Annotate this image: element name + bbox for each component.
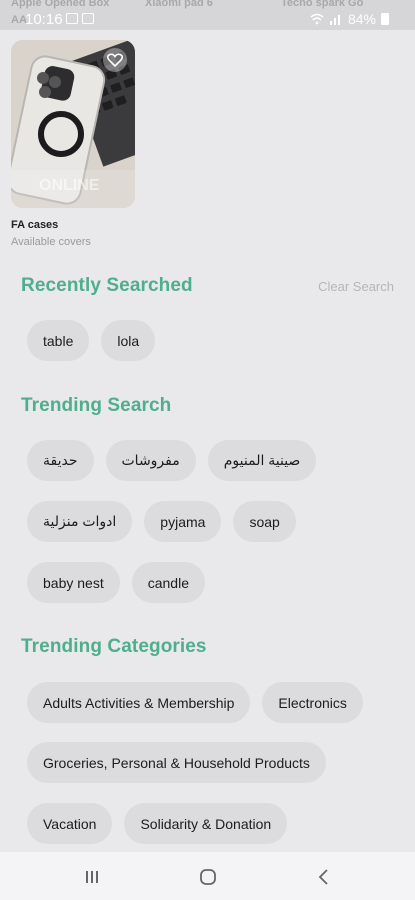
trending-chip[interactable]: pyjama (144, 501, 222, 542)
recent-apps-icon (86, 871, 98, 883)
product-watermark: ONLINE (39, 177, 100, 194)
category-chip[interactable]: Electronics (262, 682, 363, 723)
trending-chip[interactable]: حديقة (27, 440, 94, 481)
status-time: 10:16 (25, 11, 63, 28)
trending-chip[interactable]: candle (131, 562, 205, 603)
categories-row-1: Adults Activities & Membership Electroni… (27, 682, 363, 723)
product-card[interactable]: ONLINE (11, 40, 135, 208)
product-subtitle: Available covers (11, 236, 91, 248)
wifi-icon (310, 13, 324, 25)
ghost-tabs: Apple Opened Box Xiaomi pad 6 Tecno spar… (0, 0, 415, 11)
categories-row-3: Vacation Solidarity & Donation (27, 803, 288, 844)
recent-chips: table lola (27, 320, 156, 361)
favorite-button[interactable] (103, 48, 127, 72)
battery-icon (381, 13, 389, 25)
ghost-tab: Tecno spark Go (281, 0, 364, 9)
ghost-tab: Apple Opened Box (11, 0, 110, 9)
home-icon (200, 869, 216, 885)
product-name[interactable]: FA cases (11, 219, 58, 231)
trending-chip[interactable]: baby nest (27, 562, 120, 603)
media-icon (82, 13, 94, 24)
signal-icon (329, 15, 340, 25)
heart-icon (107, 53, 123, 67)
categories-row-2: Groceries, Personal & Household Products (27, 742, 326, 783)
trending-chip[interactable]: ادوات منزلية (27, 501, 133, 542)
category-chip[interactable]: Vacation (27, 803, 113, 844)
category-chip[interactable]: Adults Activities & Membership (27, 682, 251, 723)
recent-chip[interactable]: table (27, 320, 90, 361)
ghost-tab: Xiaomi pad 6 (145, 0, 213, 9)
battery-percent: 84% (347, 11, 376, 27)
gallery-icon (66, 13, 78, 24)
recent-chip[interactable]: lola (101, 320, 156, 361)
trending-categories-title: Trending Categories (21, 636, 207, 657)
trending-chip[interactable]: مفروشات (105, 440, 196, 481)
category-chip[interactable]: Groceries, Personal & Household Products (27, 742, 326, 783)
status-bar: Apple Opened Box Xiaomi pad 6 Tecno spar… (0, 0, 415, 30)
back-button[interactable] (312, 866, 336, 888)
recent-apps-button[interactable] (80, 866, 104, 888)
system-nav-bar (0, 852, 415, 900)
trending-search-row-1: حديقة مفروشات صينية المنيوم (27, 440, 317, 481)
trending-chip[interactable]: soap (233, 501, 296, 542)
trending-search-row-2: ادوات منزلية pyjama soap (27, 501, 296, 542)
recent-title: Recently Searched (21, 275, 193, 296)
category-chip[interactable]: Solidarity & Donation (124, 803, 288, 844)
trending-chip[interactable]: صينية المنيوم (207, 440, 317, 481)
status-right: 84% (310, 11, 389, 27)
trending-search-row-3: baby nest candle (27, 562, 205, 603)
home-button[interactable] (196, 866, 220, 888)
trending-search-title: Trending Search (21, 395, 172, 416)
back-icon (318, 869, 328, 885)
notification-icons (66, 13, 94, 24)
clear-search-button[interactable]: Clear Search (318, 279, 394, 294)
